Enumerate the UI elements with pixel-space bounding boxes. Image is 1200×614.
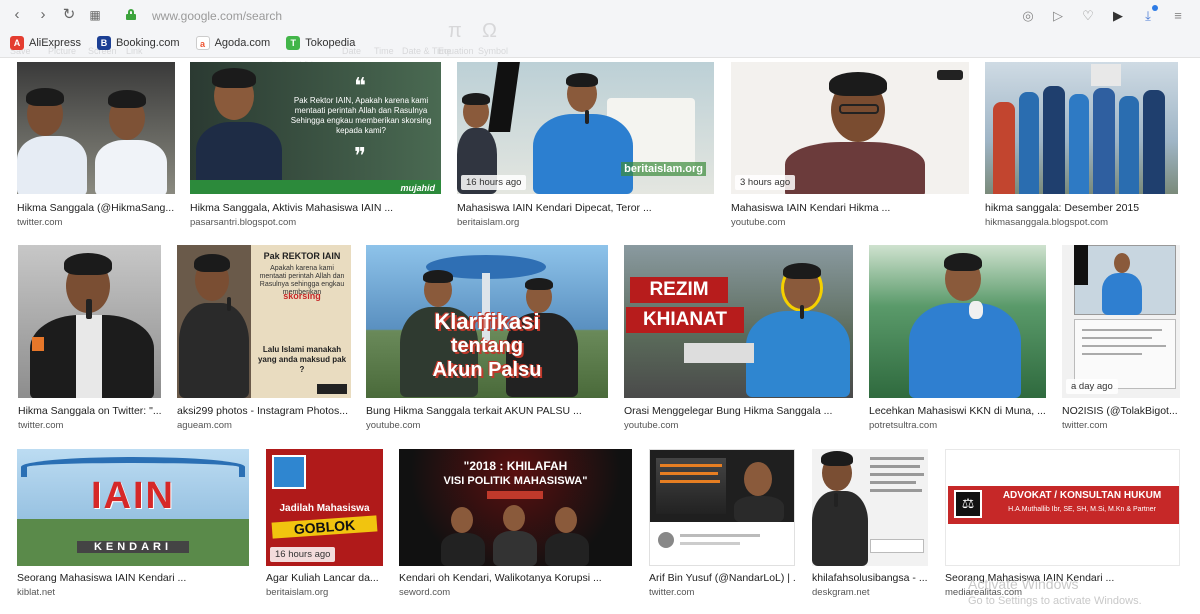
booking-icon: B — [96, 36, 111, 50]
result-source: beritaislam.org — [266, 587, 329, 598]
result-title[interactable]: aksi299 photos - Instagram Photos... — [177, 405, 351, 417]
poster-line-1: Jadilah Mahasiswa — [279, 503, 370, 514]
result-source: deskgram.net — [812, 587, 870, 598]
heart-icon[interactable]: ♡ — [1080, 8, 1096, 24]
result-source: potretsultra.com — [869, 420, 938, 431]
result-source: pasarsantri.blogspot.com — [190, 217, 297, 228]
result-source: beritaislam.org — [457, 217, 520, 228]
result-thumbnail[interactable] — [17, 62, 175, 194]
result-title[interactable]: Agar Kuliah Lancar da... — [266, 572, 383, 584]
result-source: twitter.com — [1062, 420, 1108, 431]
result-title[interactable]: Hikma Sanggala, Aktivis Mahasiswa IAIN .… — [190, 202, 441, 214]
result-title[interactable]: Mahasiswa IAIN Kendari Hikma ... — [731, 202, 969, 214]
brand-mark: beritaislam.org — [621, 162, 706, 176]
brand-mark: mujahid — [400, 183, 435, 193]
overlay-line-2: KHIANAT — [626, 307, 744, 333]
browser-chrome: ‹ › ↻ ▦ www.google.com/search ◎ ▷ ♡ ▶ ⤓ … — [0, 0, 1200, 83]
overlay-line-1: REZIM — [630, 277, 728, 303]
result-thumbnail[interactable]: Jadilah Mahasiswa GOBLOK 16 hours ago — [266, 449, 383, 566]
poster-line-2: GOBLOK — [271, 515, 378, 539]
result-thumbnail[interactable]: a day ago — [1062, 245, 1180, 398]
back-icon[interactable]: ‹ — [8, 6, 26, 24]
result-thumbnail[interactable]: IAIN KENDARI — [17, 449, 249, 566]
result-title[interactable]: khilafahsolusibangsa - ... — [812, 572, 928, 584]
agoda-icon: a — [195, 36, 210, 50]
image-results-grid: Hikma Sanggala (@HikmaSang... twitter.co… — [0, 58, 1200, 614]
reload-icon[interactable]: ↻ — [60, 6, 78, 24]
menu-icon[interactable]: ≡ — [1170, 8, 1186, 24]
result-thumbnail[interactable]: ⚖ ADVOKAT / KONSULTAN HUKUM H.A.Muthalli… — [945, 449, 1180, 566]
poster-line-1: "2018 : KHILAFAH — [463, 459, 568, 473]
overlay-line-2: tentang — [450, 335, 524, 357]
overlay-line-1: Klarifikasi — [434, 309, 540, 334]
result-title[interactable]: Hikma Sanggala (@HikmaSang... — [17, 202, 175, 214]
result-source: agueam.com — [177, 420, 232, 431]
result-source: twitter.com — [649, 587, 695, 598]
result-source: twitter.com — [17, 217, 63, 228]
bookmark-aliexpress[interactable]: A AliExpress — [10, 36, 81, 50]
result-title[interactable]: Seorang Mahasiswa IAIN Kendari ... — [17, 572, 249, 584]
result-thumbnail[interactable]: "2018 : KHILAFAH VISI POLITIK MAHASISWA" — [399, 449, 632, 566]
bookmarks-bar: A AliExpress B Booking.com a Agoda.com T… — [10, 33, 355, 53]
result-thumbnail[interactable] — [649, 449, 795, 566]
result-title[interactable]: Orasi Menggelegar Bung Hikma Sanggala ..… — [624, 405, 853, 417]
poster-emphasis: skorsing — [283, 291, 321, 301]
aliexpress-icon: A — [10, 36, 24, 50]
bookmark-agoda[interactable]: a Agoda.com — [195, 36, 270, 50]
result-title[interactable]: Lecehkan Mahasiswi KKN di Muna, ... — [869, 405, 1046, 417]
forward-icon[interactable]: › — [34, 6, 52, 24]
result-source: kiblat.net — [17, 587, 56, 598]
result-title[interactable]: Hikma Sanggala on Twitter: "... — [18, 405, 161, 417]
tab-grid-icon[interactable]: ▦ — [86, 6, 104, 24]
toolbar-right: ◎ ▷ ♡ ▶ ⤓ ≡ — [1020, 5, 1186, 26]
bookmark-booking[interactable]: B Booking.com — [96, 36, 180, 50]
poster-line-1: ADVOKAT / KONSULTAN HUKUM — [1002, 490, 1162, 501]
poster-question: Lalu Islami manakah yang anda maksud pak… — [257, 345, 347, 374]
scales-icon: ⚖ — [961, 495, 975, 511]
result-thumbnail[interactable]: Klarifikasi tentang Akun Palsu — [366, 245, 608, 398]
result-title[interactable]: Bung Hikma Sanggala terkait AKUN PALSU .… — [366, 405, 608, 417]
result-title[interactable]: Mahasiswa IAIN Kendari Dipecat, Teror ..… — [457, 202, 714, 214]
poster-line-2: VISI POLITIK MAHASISWA" — [443, 475, 588, 487]
time-badge: a day ago — [1066, 379, 1118, 394]
windows-activation-watermark: Activate Windows Go to Settings to activ… — [968, 576, 1142, 607]
camera-icon[interactable]: ◎ — [1020, 8, 1036, 24]
poster-line-2: H.A.Muthallib Ibr, SE, SH, M.Si, M.Kn & … — [1008, 506, 1156, 513]
bookmark-tokopedia[interactable]: T Tokopedia — [286, 36, 355, 50]
sign-text: IAIN — [91, 475, 175, 517]
poster-heading: Pak REKTOR IAIN — [263, 251, 341, 261]
result-thumbnail[interactable]: Pak REKTOR IAIN Apakah karena kami menta… — [177, 245, 351, 398]
result-source: hikmasanggala.blogspot.com — [985, 217, 1109, 228]
time-badge: 16 hours ago — [461, 175, 527, 190]
address-bar[interactable]: www.google.com/search — [152, 6, 282, 26]
result-thumbnail[interactable]: REZIM KHIANAT — [624, 245, 853, 398]
time-badge: 3 hours ago — [735, 175, 796, 190]
lock-icon — [126, 9, 136, 20]
tokopedia-icon: T — [286, 36, 301, 50]
send-icon[interactable]: ▷ — [1050, 8, 1066, 24]
result-thumbnail[interactable] — [18, 245, 161, 398]
result-source: seword.com — [399, 587, 451, 598]
result-source: youtube.com — [624, 420, 679, 431]
result-thumbnail[interactable]: beritaislam.org 16 hours ago — [457, 62, 714, 194]
result-title[interactable]: NO2ISIS (@TolakBigot... — [1062, 405, 1180, 417]
result-title[interactable]: hikma sanggala: Desember 2015 — [985, 202, 1178, 214]
result-title[interactable]: Arif Bin Yusuf (@NandarLoL) | ... — [649, 572, 795, 584]
overlay-line-3: Akun Palsu — [432, 359, 542, 381]
result-thumbnail[interactable] — [812, 449, 928, 566]
result-thumbnail[interactable] — [985, 62, 1178, 194]
sign-subtext: KENDARI — [77, 541, 189, 553]
play-icon[interactable]: ▶ — [1110, 8, 1126, 24]
result-thumbnail[interactable]: ❝ Pak Rektor IAIN, Apakah karena kami me… — [190, 62, 441, 194]
result-source: youtube.com — [731, 217, 786, 228]
result-thumbnail[interactable] — [869, 245, 1046, 398]
result-thumbnail[interactable]: 3 hours ago — [731, 62, 969, 194]
download-icon[interactable]: ⤓ — [1140, 5, 1158, 24]
result-source: youtube.com — [366, 420, 421, 431]
time-badge: 16 hours ago — [270, 547, 336, 562]
result-title[interactable]: Kendari oh Kendari, Walikotanya Korupsi … — [399, 572, 632, 584]
quote-text: Pak Rektor IAIN, Apakah karena kami ment… — [290, 96, 432, 135]
result-source: twitter.com — [18, 420, 64, 431]
